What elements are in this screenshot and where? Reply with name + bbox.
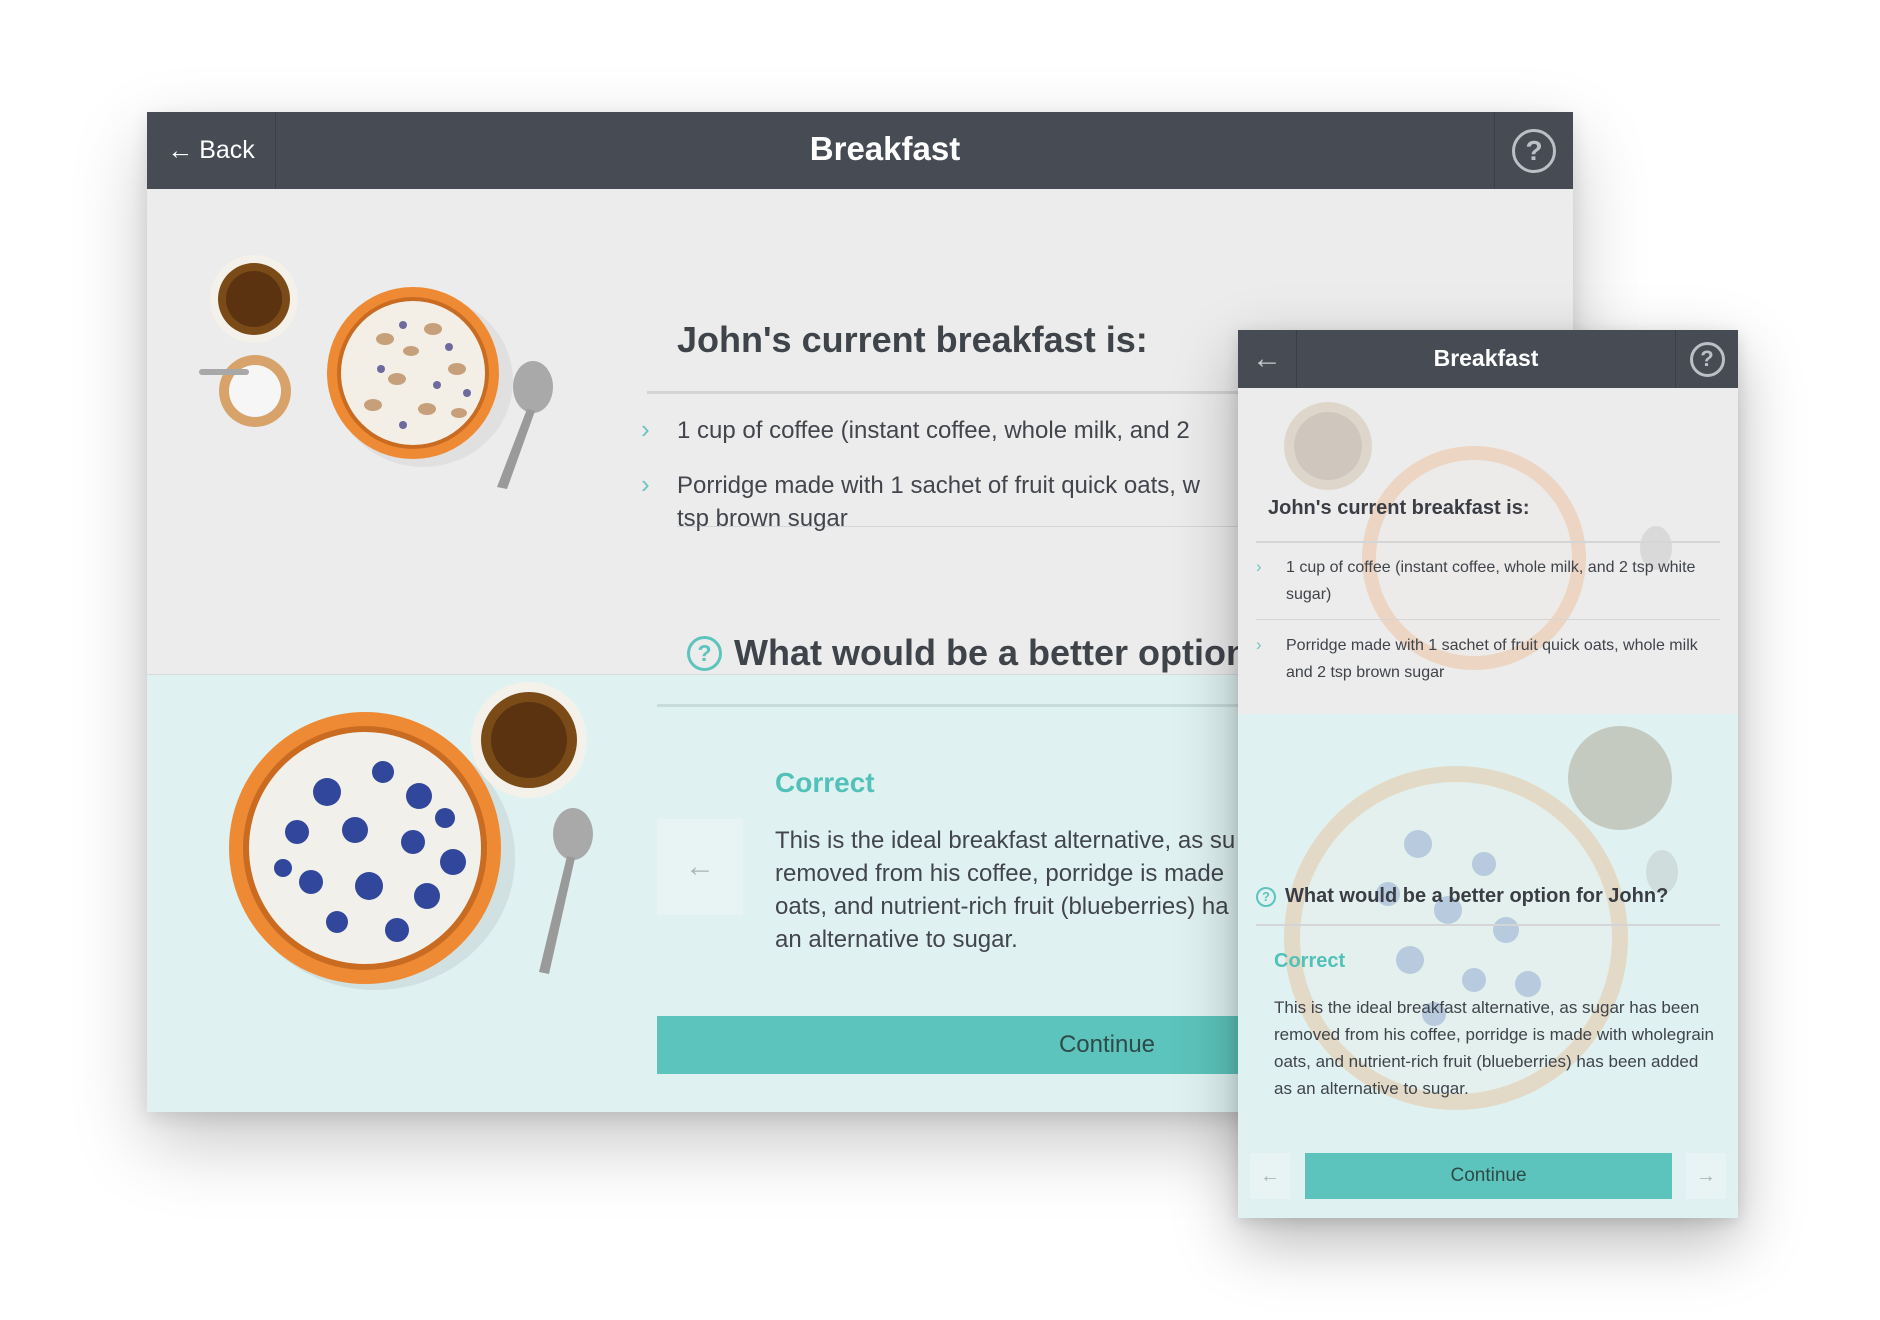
arrow-right-icon: → [1696, 1164, 1716, 1187]
blueberry-porridge-illustration [229, 682, 593, 990]
desktop-header: ← Back Breakfast ? [147, 112, 1573, 189]
result-label: Correct [775, 767, 875, 798]
back-button[interactable]: ← [1238, 330, 1297, 388]
page-title: Breakfast [1433, 345, 1539, 371]
oat-porridge-illustration [199, 255, 553, 489]
arrow-left-icon: ← [685, 850, 715, 883]
mobile-header: ← Breakfast ? [1238, 330, 1738, 388]
mobile-window: ← Breakfast ? John's current breakfast i… [1238, 330, 1738, 1218]
result-label: Correct [1274, 950, 1346, 972]
chevron-right-icon: › [641, 414, 650, 444]
help-circle-icon: ? [1512, 128, 1556, 173]
help-circle-icon: ? [1689, 341, 1725, 377]
chevron-right-icon: › [641, 469, 650, 499]
chevron-right-icon: › [1256, 635, 1262, 654]
divider [1256, 619, 1720, 620]
arrow-left-icon: ← [1252, 342, 1282, 375]
breakfast-item: › 1 cup of coffee (instant coffee, whole… [1256, 554, 1706, 608]
previous-button[interactable]: ← [657, 819, 743, 915]
divider [1256, 924, 1720, 926]
question-heading: ? What would be a better option f [687, 632, 1270, 674]
page-title: Breakfast [809, 130, 961, 167]
breakfast-item: › Porridge made with 1 sachet of fruit q… [1256, 632, 1706, 686]
question-heading: ? What would be a better option for John… [1256, 885, 1668, 908]
question-circle-icon: ? [687, 635, 722, 671]
feedback-text: This is the ideal breakfast alternative,… [1274, 998, 1715, 1098]
back-button[interactable]: ← Back [147, 112, 276, 189]
arrow-left-icon: ← [167, 135, 194, 165]
continue-button[interactable]: Continue [1305, 1153, 1672, 1199]
previous-button[interactable]: ← [1250, 1153, 1290, 1199]
help-button[interactable]: ? [1675, 330, 1738, 388]
question-circle-icon: ? [1256, 886, 1276, 907]
chevron-right-icon: › [1256, 557, 1262, 576]
current-breakfast-heading: John's current breakfast is: [1268, 497, 1530, 519]
arrow-left-icon: ← [1260, 1164, 1280, 1187]
help-button[interactable]: ? [1494, 112, 1573, 189]
back-label: Back [199, 136, 255, 164]
next-button[interactable]: → [1686, 1153, 1726, 1199]
divider [1256, 541, 1720, 543]
current-breakfast-heading: John's current breakfast is: [677, 319, 1148, 360]
